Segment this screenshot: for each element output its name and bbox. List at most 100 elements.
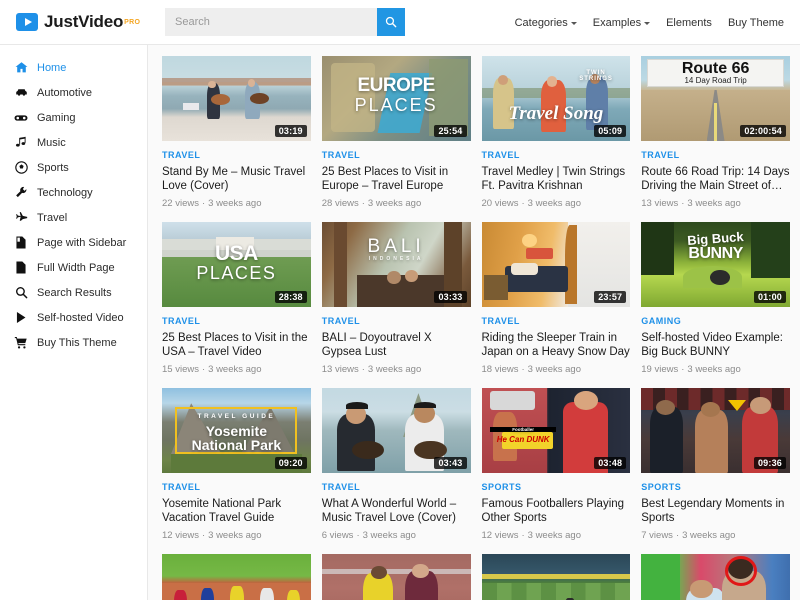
video-meta: GAMING Self-hosted Video Example: Big Bu… (641, 307, 790, 388)
sidebar-item-full-width-page[interactable]: Full Width Page (0, 255, 147, 280)
video-category[interactable]: TRAVEL (322, 316, 471, 326)
video-category[interactable]: SPORTS (482, 482, 631, 492)
video-title[interactable]: Riding the Sleeper Train in Japan on a H… (482, 331, 631, 359)
video-stats: 13 views·3 weeks ago (641, 198, 790, 209)
video-category[interactable]: TRAVEL (322, 150, 471, 160)
sidebar-item-label: Page with Sidebar (37, 237, 126, 249)
video-card[interactable]: He Can DUNK Footballer 03:48 SPORTS Famo… (482, 388, 631, 554)
video-thumbnail[interactable]: TRAVEL GUIDE Yosemite National Park 09:2… (162, 388, 311, 473)
video-card[interactable]: USA PLACES 28:38 TRAVEL 25 Best Places t… (162, 222, 311, 388)
sidebar-item-label: Sports (37, 162, 69, 174)
sidebar-item-home[interactable]: Home (0, 55, 147, 80)
video-card[interactable]: Route 66 14 Day Road Trip 02:00:54 TRAVE… (641, 56, 790, 222)
video-card[interactable]: 03:19 TRAVEL Stand By Me – Music Travel … (162, 56, 311, 222)
sidebar-item-self-hosted-video[interactable]: Self-hosted Video (0, 305, 147, 330)
video-age: 3 weeks ago (208, 198, 261, 209)
nav-item-buy-theme[interactable]: Buy Theme (728, 17, 784, 29)
video-thumbnail[interactable]: Big Buck BUNNY 01:00 (641, 222, 790, 307)
video-age: 3 weeks ago (687, 198, 740, 209)
video-category[interactable]: TRAVEL (322, 482, 471, 492)
sidebar-item-sports[interactable]: Sports (0, 155, 147, 180)
search-bar[interactable] (165, 8, 405, 36)
video-card[interactable]: BALI INDONESIA 03:33 TRAVEL BALI – Doyou… (322, 222, 471, 388)
video-title[interactable]: Best Legendary Moments in Sports (641, 497, 790, 525)
sidebar-item-search-results[interactable]: Search Results (0, 280, 147, 305)
video-thumbnail[interactable]: 23:57 (482, 222, 631, 307)
video-stats: 12 views·3 weeks ago (162, 530, 311, 541)
search-submit-button[interactable] (377, 8, 405, 36)
sidebar-item-gaming[interactable]: Gaming (0, 105, 147, 130)
sidebar-item-page-with-sidebar[interactable]: Page with Sidebar (0, 230, 147, 255)
video-category[interactable]: TRAVEL (482, 150, 631, 160)
video-category[interactable]: TRAVEL (641, 150, 790, 160)
sidebar-item-buy-this-theme[interactable]: Buy This Theme (0, 330, 147, 355)
video-card[interactable]: 03:43 TRAVEL What A Wonderful World – Mu… (322, 388, 471, 554)
video-card[interactable]: 10:41 (641, 554, 790, 600)
video-title[interactable]: What A Wonderful World – Music Travel Lo… (322, 497, 471, 525)
site-logo[interactable]: JustVideoPRO (16, 12, 146, 32)
search-input[interactable] (165, 8, 377, 36)
video-views: 15 views (162, 364, 199, 375)
video-duration: 02:00:54 (740, 125, 786, 137)
video-card[interactable]: 07:16 (322, 554, 471, 600)
video-card[interactable]: 23:57 TRAVEL Riding the Sleeper Train in… (482, 222, 631, 388)
video-age: 3 weeks ago (687, 364, 740, 375)
video-category[interactable]: TRAVEL (482, 316, 631, 326)
video-thumbnail[interactable]: 03:19 (162, 56, 311, 141)
video-category[interactable]: GAMING (641, 316, 790, 326)
video-thumbnail[interactable]: TWIN STRINGS Travel Song 05:09 (482, 56, 631, 141)
video-age: 3 weeks ago (368, 198, 421, 209)
video-duration: 03:19 (275, 125, 307, 137)
video-thumbnail[interactable]: 09:36 (641, 388, 790, 473)
sidebar-item-label: Buy This Theme (37, 337, 117, 349)
video-thumbnail[interactable]: 13:10 (162, 554, 311, 600)
play-icon (14, 311, 28, 325)
video-duration: 03:33 (434, 291, 466, 303)
nav-label: Elements (666, 17, 712, 29)
video-title[interactable]: Famous Footballers Playing Other Sports (482, 497, 631, 525)
video-card[interactable]: 38:21 (482, 554, 631, 600)
video-card[interactable]: Big Buck BUNNY 01:00 GAMING Self-hosted … (641, 222, 790, 388)
video-meta: TRAVEL 25 Best Places to Visit in Europe… (322, 141, 471, 222)
video-category[interactable]: SPORTS (641, 482, 790, 492)
video-card[interactable]: EUROPE PLACES 25:54 TRAVEL 25 Best Place… (322, 56, 471, 222)
video-title[interactable]: 25 Best Places to Visit in Europe – Trav… (322, 165, 471, 193)
video-title[interactable]: 25 Best Places to Visit in the USA – Tra… (162, 331, 311, 359)
video-category[interactable]: TRAVEL (162, 316, 311, 326)
video-card[interactable]: TRAVEL GUIDE Yosemite National Park 09:2… (162, 388, 311, 554)
sidebar-item-technology[interactable]: Technology (0, 180, 147, 205)
sidebar-item-travel[interactable]: Travel (0, 205, 147, 230)
video-card[interactable]: TWIN STRINGS Travel Song 05:09 TRAVEL Tr… (482, 56, 631, 222)
video-card[interactable]: 09:36 SPORTS Best Legendary Moments in S… (641, 388, 790, 554)
gamepad-icon (14, 111, 28, 125)
video-duration: 03:43 (434, 457, 466, 469)
video-category[interactable]: TRAVEL (162, 482, 311, 492)
video-thumbnail[interactable]: BALI INDONESIA 03:33 (322, 222, 471, 307)
video-title[interactable]: Self-hosted Video Example: Big Buck BUNN… (641, 331, 790, 359)
video-thumbnail[interactable]: 07:16 (322, 554, 471, 600)
video-title[interactable]: Stand By Me – Music Travel Love (Cover) (162, 165, 311, 193)
video-card[interactable]: 13:10 (162, 554, 311, 600)
video-title[interactable]: Yosemite National Park Vacation Travel G… (162, 497, 311, 525)
video-thumbnail[interactable]: 10:41 (641, 554, 790, 600)
nav-item-examples[interactable]: Examples (593, 17, 650, 29)
video-thumbnail[interactable]: 38:21 (482, 554, 631, 600)
page-body: Home Automotive Gaming (0, 45, 800, 600)
video-title[interactable]: Travel Medley | Twin Strings Ft. Pavitra… (482, 165, 631, 193)
video-views: 13 views (641, 198, 678, 209)
nav-item-categories[interactable]: Categories (515, 17, 577, 29)
video-thumbnail[interactable]: Route 66 14 Day Road Trip 02:00:54 (641, 56, 790, 141)
thumbnail-art (322, 554, 471, 600)
nav-label: Buy Theme (728, 17, 784, 29)
video-thumbnail[interactable]: EUROPE PLACES 25:54 (322, 56, 471, 141)
video-title[interactable]: Route 66 Road Trip: 14 Days Driving the … (641, 165, 790, 193)
video-title[interactable]: BALI – Doyoutravel X Gypsea Lust (322, 331, 471, 359)
sidebar-item-automotive[interactable]: Automotive (0, 80, 147, 105)
nav-item-elements[interactable]: Elements (666, 17, 712, 29)
video-thumbnail[interactable]: USA PLACES 28:38 (162, 222, 311, 307)
video-category[interactable]: TRAVEL (162, 150, 311, 160)
video-thumbnail[interactable]: He Can DUNK Footballer 03:48 (482, 388, 631, 473)
video-age: 3 weeks ago (363, 530, 416, 541)
video-thumbnail[interactable]: 03:43 (322, 388, 471, 473)
sidebar-item-music[interactable]: Music (0, 130, 147, 155)
